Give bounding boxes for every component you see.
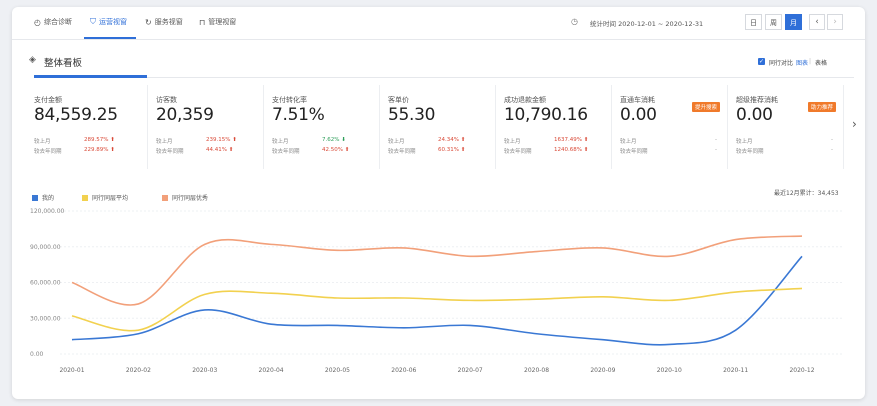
y-tick-label: 30,000.00 [30, 315, 61, 322]
x-tick-label: 2020-06 [391, 367, 416, 374]
x-tick-label: 2020-01 [59, 367, 84, 374]
x-tick-label: 2020-11 [723, 367, 748, 374]
y-tick-label: 120,000.00 [30, 208, 65, 215]
x-tick-label: 2020-03 [192, 367, 217, 374]
series-line-1[interactable] [71, 287, 803, 332]
x-tick-label: 2020-05 [325, 367, 350, 374]
x-tick-label: 2020-04 [259, 367, 284, 374]
x-tick-label: 2020-07 [458, 367, 483, 374]
x-tick-label: 2020-08 [524, 367, 549, 374]
x-tick-label: 2020-09 [590, 367, 615, 374]
line-chart: 0.00 30,000.00 60,000.00 90,000.00 120,000.0… [30, 208, 842, 374]
x-tick-label: 2020-02 [126, 367, 151, 374]
y-tick-label: 0.00 [30, 351, 44, 358]
app-frame: ◴ 综合诊断 ⛉ 运营视窗 ↻ 服务视窗 ⊓ 管理视窗 ◷ 统计时间 2020-… [12, 7, 865, 399]
series-line-0[interactable] [71, 255, 803, 346]
y-tick-label: 90,000.00 [30, 244, 61, 251]
x-tick-label: 2020-12 [789, 367, 814, 374]
x-tick-label: 2020-10 [657, 367, 682, 374]
y-tick-label: 60,000.00 [30, 280, 61, 287]
